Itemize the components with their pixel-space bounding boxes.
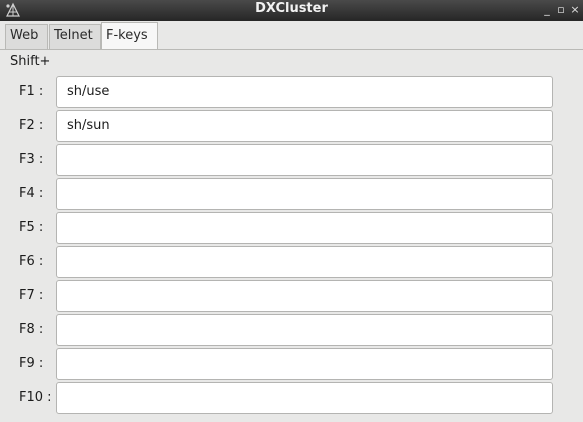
fkey-row-f6: F6 :	[0, 246, 583, 278]
fkey-f5-input[interactable]	[56, 212, 553, 244]
fkey-label: F1 :	[19, 84, 44, 99]
fkey-f10-input[interactable]	[56, 382, 553, 414]
fkey-f8-input[interactable]	[56, 314, 553, 346]
minimize-icon[interactable]: _	[540, 2, 554, 18]
fkey-f7-input[interactable]	[56, 280, 553, 312]
fkey-label: F5 :	[19, 220, 44, 235]
close-icon[interactable]: ×	[568, 2, 582, 18]
fkey-f1-input[interactable]: sh/use	[56, 76, 553, 108]
fkey-label: F7 :	[19, 288, 44, 303]
f-keys-panel: Shift+ F1 : sh/use F2 : sh/sun F3 : F4 :…	[0, 49, 583, 422]
fkey-label: F10 :	[19, 390, 52, 405]
shift-modifier-label: Shift+	[10, 54, 51, 69]
tab-telnet[interactable]: Telnet	[49, 24, 101, 49]
title-bar[interactable]: DXCluster _ ▫ ×	[0, 0, 583, 21]
fkey-row-f2: F2 : sh/sun	[0, 110, 583, 142]
fkey-row-f10: F10 :	[0, 382, 583, 414]
fkey-label: F9 :	[19, 356, 44, 371]
fkey-row-f4: F4 :	[0, 178, 583, 210]
fkey-f2-input[interactable]: sh/sun	[56, 110, 553, 142]
fkey-f9-input[interactable]	[56, 348, 553, 380]
app-window: DXCluster _ ▫ × Web Telnet F-keys Shift+…	[0, 0, 583, 422]
tab-web[interactable]: Web	[5, 24, 48, 49]
fkey-f6-input[interactable]	[56, 246, 553, 278]
fkey-row-f9: F9 :	[0, 348, 583, 380]
fkey-row-f3: F3 :	[0, 144, 583, 176]
fkey-f4-input[interactable]	[56, 178, 553, 210]
fkey-row-f1: F1 : sh/use	[0, 76, 583, 108]
fkey-label: F8 :	[19, 322, 44, 337]
fkey-row-f5: F5 :	[0, 212, 583, 244]
fkey-row-f8: F8 :	[0, 314, 583, 346]
tab-f-keys[interactable]: F-keys	[101, 22, 158, 49]
fkey-label: F3 :	[19, 152, 44, 167]
fkey-label: F6 :	[19, 254, 44, 269]
fkey-label: F2 :	[19, 118, 44, 133]
fkey-f3-input[interactable]	[56, 144, 553, 176]
fkey-label: F4 :	[19, 186, 44, 201]
fkey-row-f7: F7 :	[0, 280, 583, 312]
maximize-icon[interactable]: ▫	[554, 2, 568, 18]
window-title: DXCluster	[255, 1, 328, 16]
